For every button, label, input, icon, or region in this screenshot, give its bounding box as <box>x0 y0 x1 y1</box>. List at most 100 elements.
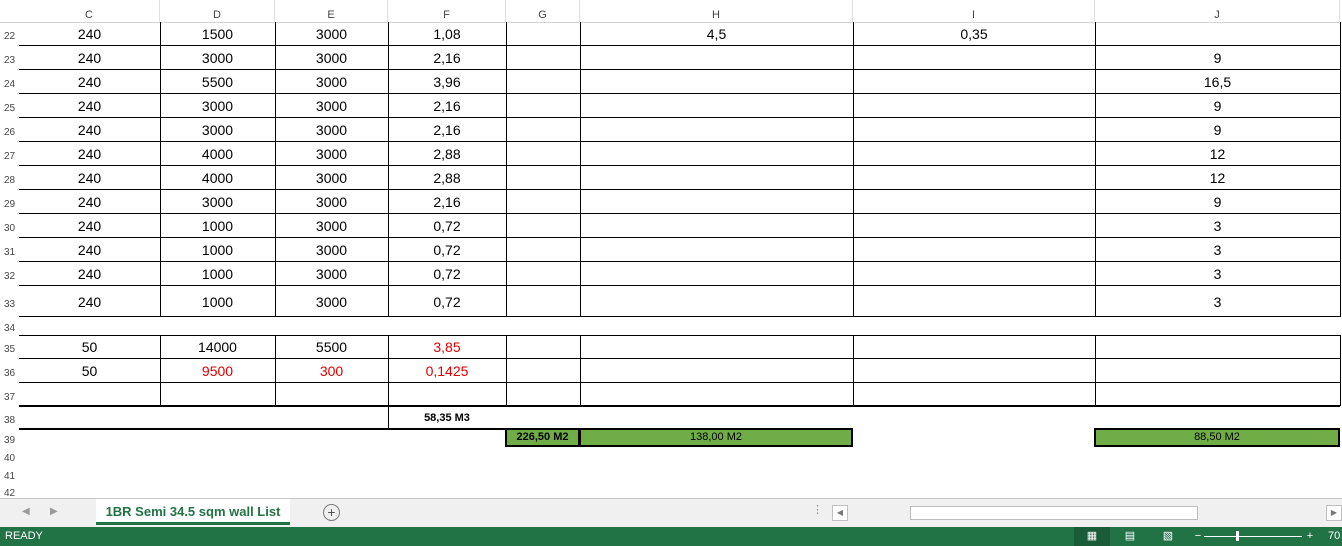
cell-i30[interactable] <box>853 214 1095 238</box>
cell-c28[interactable]: 240 <box>19 166 160 190</box>
cell-g36[interactable] <box>506 359 580 383</box>
cell-d33[interactable]: 1000 <box>160 286 275 317</box>
cell-j30[interactable]: 3 <box>1095 214 1340 238</box>
cell-h22[interactable]: 4,5 <box>580 22 853 46</box>
cell-e22[interactable]: 3000 <box>275 22 388 46</box>
cell-c32[interactable]: 240 <box>19 262 160 286</box>
cell-c30[interactable]: 240 <box>19 214 160 238</box>
cell-f35[interactable]: 3,85 <box>388 335 506 359</box>
cell-e30[interactable]: 3000 <box>275 214 388 238</box>
cell-f33[interactable]: 0,72 <box>388 286 506 317</box>
cell-c26[interactable]: 240 <box>19 118 160 142</box>
row-header-22[interactable]: 22 <box>0 22 19 46</box>
zoom-in-icon[interactable]: + <box>1302 529 1318 543</box>
cell-h24[interactable] <box>580 70 853 94</box>
page-break-view-icon[interactable]: ▧ <box>1160 529 1176 543</box>
cell-g30[interactable] <box>506 214 580 238</box>
cell-e29[interactable]: 3000 <box>275 190 388 214</box>
scroll-thumb[interactable] <box>910 506 1198 520</box>
cell-e32[interactable]: 3000 <box>275 262 388 286</box>
cell-i33[interactable] <box>853 286 1095 317</box>
cell-d24[interactable]: 5500 <box>160 70 275 94</box>
cell-j23[interactable]: 9 <box>1095 46 1340 70</box>
cell-j29[interactable]: 9 <box>1095 190 1340 214</box>
cell-g23[interactable] <box>506 46 580 70</box>
cell-j33[interactable]: 3 <box>1095 286 1340 317</box>
spreadsheet-grid[interactable]: 240 1500 3000 1,08 4,5 0,35 240 3000 3000 2,16 9 24… <box>19 22 1342 498</box>
cell-i28[interactable] <box>853 166 1095 190</box>
cell-j22[interactable] <box>1095 22 1340 46</box>
cell-f32[interactable]: 0,72 <box>388 262 506 286</box>
row-header-26[interactable]: 26 <box>0 118 19 142</box>
cell-d26[interactable]: 3000 <box>160 118 275 142</box>
cell-f22[interactable]: 1,08 <box>388 22 506 46</box>
row-header-36[interactable]: 36 <box>0 359 19 383</box>
cell-c24[interactable]: 240 <box>19 70 160 94</box>
cell-h27[interactable] <box>580 142 853 166</box>
cell-i24[interactable] <box>853 70 1095 94</box>
cell-i36[interactable] <box>853 359 1095 383</box>
cell-i27[interactable] <box>853 142 1095 166</box>
cell-g31[interactable] <box>506 238 580 262</box>
row-header-40[interactable]: 40 <box>0 447 19 465</box>
cell-c27[interactable]: 240 <box>19 142 160 166</box>
cell-d32[interactable]: 1000 <box>160 262 275 286</box>
cell-e37[interactable] <box>275 383 388 406</box>
cell-e26[interactable]: 3000 <box>275 118 388 142</box>
cell-j37[interactable] <box>1095 383 1340 406</box>
column-header-d[interactable]: D <box>160 0 275 22</box>
cell-g32[interactable] <box>506 262 580 286</box>
row-header-28[interactable]: 28 <box>0 166 19 190</box>
row-header-33[interactable]: 33 <box>0 286 19 317</box>
area-h-cell[interactable]: 138,00 M2 <box>579 428 853 447</box>
cell-g25[interactable] <box>506 94 580 118</box>
row-header-27[interactable]: 27 <box>0 142 19 166</box>
cell-h29[interactable] <box>580 190 853 214</box>
cell-h37[interactable] <box>580 383 853 406</box>
total-volume-cell[interactable]: 58,35 M3 <box>388 408 506 429</box>
cell-d23[interactable]: 3000 <box>160 46 275 70</box>
row-header-30[interactable]: 30 <box>0 214 19 238</box>
row-header-38[interactable]: 38 <box>0 406 19 429</box>
cell-i23[interactable] <box>853 46 1095 70</box>
cell-h33[interactable] <box>580 286 853 317</box>
cell-f28[interactable]: 2,88 <box>388 166 506 190</box>
cell-d35[interactable]: 14000 <box>160 335 275 359</box>
cell-c22[interactable]: 240 <box>19 22 160 46</box>
cell-d29[interactable]: 3000 <box>160 190 275 214</box>
row-header-41[interactable]: 41 <box>0 465 19 483</box>
cell-j36[interactable] <box>1095 359 1340 383</box>
normal-view-icon[interactable]: ▦ <box>1084 529 1100 543</box>
cell-h36[interactable] <box>580 359 853 383</box>
cell-d27[interactable]: 4000 <box>160 142 275 166</box>
cell-f37[interactable] <box>388 383 506 406</box>
cell-h30[interactable] <box>580 214 853 238</box>
cell-c37[interactable] <box>19 383 160 406</box>
cell-h23[interactable] <box>580 46 853 70</box>
column-header-i[interactable]: I <box>853 0 1095 22</box>
cell-h31[interactable] <box>580 238 853 262</box>
cell-g28[interactable] <box>506 166 580 190</box>
cell-f23[interactable]: 2,16 <box>388 46 506 70</box>
row-header-23[interactable]: 23 <box>0 46 19 70</box>
cell-e35[interactable]: 5500 <box>275 335 388 359</box>
row-header-32[interactable]: 32 <box>0 262 19 286</box>
row-header-39[interactable]: 39 <box>0 429 19 447</box>
cell-c25[interactable]: 240 <box>19 94 160 118</box>
cell-e28[interactable]: 3000 <box>275 166 388 190</box>
row-header-34[interactable]: 34 <box>0 317 19 335</box>
column-header-e[interactable]: E <box>275 0 388 22</box>
cell-i37[interactable] <box>853 383 1095 406</box>
cell-j28[interactable]: 12 <box>1095 166 1340 190</box>
area-j-cell[interactable]: 88,50 M2 <box>1094 428 1340 447</box>
cell-i32[interactable] <box>853 262 1095 286</box>
row-header-35[interactable]: 35 <box>0 335 19 359</box>
cell-h35[interactable] <box>580 335 853 359</box>
cell-g26[interactable] <box>506 118 580 142</box>
cell-d25[interactable]: 3000 <box>160 94 275 118</box>
zoom-slider-thumb[interactable] <box>1236 531 1239 541</box>
cell-j26[interactable]: 9 <box>1095 118 1340 142</box>
scroll-left-icon[interactable]: ◀ <box>832 505 848 521</box>
page-layout-view-icon[interactable]: ▤ <box>1122 529 1138 543</box>
cell-d37[interactable] <box>160 383 275 406</box>
